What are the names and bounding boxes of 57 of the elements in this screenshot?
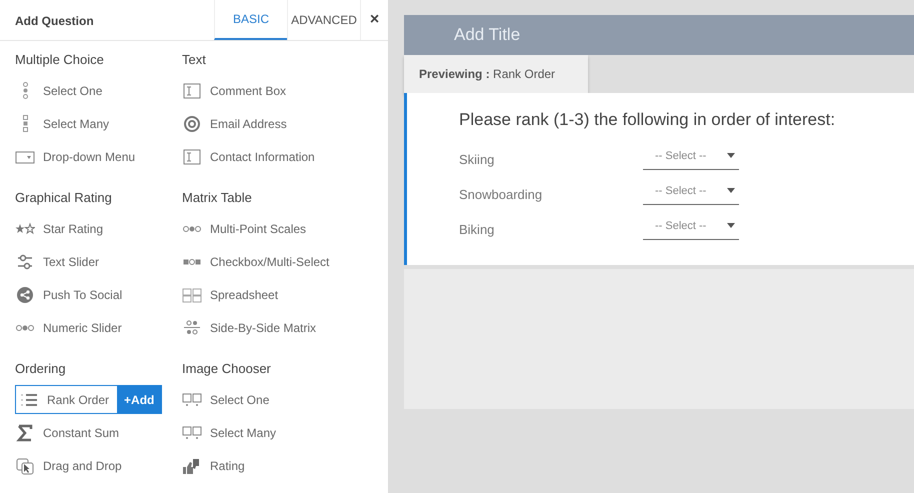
matrix-icon <box>182 318 202 336</box>
section-heading: Ordering <box>15 361 67 378</box>
image-boxes-icon <box>182 424 202 442</box>
dots-icon <box>16 324 34 330</box>
question-type-item[interactable]: Select One <box>182 383 270 416</box>
share-icon <box>15 286 35 304</box>
grid-icon <box>182 286 202 304</box>
thumbs-icon <box>182 456 202 474</box>
text-box-icon <box>182 82 202 100</box>
preview-label: Previewing : <box>419 67 490 81</box>
radio-options-icon <box>22 82 28 99</box>
section-heading: Multiple Choice <box>15 52 105 69</box>
preview-value: Rank Order <box>493 67 556 81</box>
dots-icon <box>183 226 201 232</box>
panel-title: Add Question <box>14 13 94 30</box>
tab[interactable]: BASIC <box>214 0 287 40</box>
question-text: Please rank (1-3) the following in order of interest: <box>459 110 836 130</box>
question-type-item[interactable]: Select Many <box>182 416 276 449</box>
add-button[interactable]: +Add <box>117 386 162 413</box>
option-label: Biking <box>459 222 496 237</box>
section-heading: Matrix Table <box>182 190 253 207</box>
image-boxes-icon <box>182 390 202 408</box>
question-type-item[interactable]: Side-By-Side Matrix <box>182 311 316 344</box>
question-type-item[interactable]: Select Many <box>15 107 110 140</box>
question-type-item[interactable]: Email Address <box>182 107 287 140</box>
option-label: Snowboarding <box>459 187 544 202</box>
checkbox-dots-icon <box>183 258 201 264</box>
section-heading: Graphical Rating <box>15 190 113 207</box>
rank-dropdown[interactable]: -- Select -- <box>643 220 739 240</box>
caret-icon <box>727 188 735 193</box>
checkbox-options-icon <box>22 115 28 132</box>
question-type-item[interactable]: Select One <box>15 74 102 107</box>
question-type-item[interactable]: Spreadsheet <box>182 278 278 311</box>
question-type-item[interactable]: Checkbox/Multi-Select <box>182 245 330 278</box>
section-heading: Image Chooser <box>182 361 272 378</box>
question-type-item[interactable]: Text Slider <box>15 245 100 278</box>
question-type-item[interactable]: Rating <box>182 449 245 482</box>
caret-icon <box>727 223 735 228</box>
question-type-item[interactable]: Contact Information <box>182 140 315 173</box>
section-heading: Text <box>182 52 207 69</box>
question-type-item[interactable]: Star Rating <box>15 212 104 245</box>
rank-dropdown[interactable]: -- Select -- <box>643 150 739 170</box>
question-type-item[interactable]: Drop-down Menu <box>15 140 136 173</box>
question-type-item[interactable]: Constant Sum <box>15 416 120 449</box>
question-type-item[interactable]: Drag and Drop <box>15 449 122 482</box>
question-type-item[interactable]: Rank Order +Add <box>15 385 162 414</box>
question-type-item[interactable]: Comment Box <box>182 74 286 107</box>
question-type-item[interactable]: Push To Social <box>15 278 122 311</box>
slider-icon <box>15 252 35 270</box>
option-label: Skiing <box>459 152 496 167</box>
question-type-item[interactable]: Multi-Point Scales <box>182 212 306 245</box>
caret-icon <box>727 153 735 158</box>
question-type-item[interactable]: Numeric Slider <box>15 311 122 344</box>
cursor-box-icon <box>15 456 35 474</box>
rank-dropdown[interactable]: -- Select -- <box>643 184 739 204</box>
text-box-icon <box>182 148 202 166</box>
sigma-icon <box>15 424 35 442</box>
